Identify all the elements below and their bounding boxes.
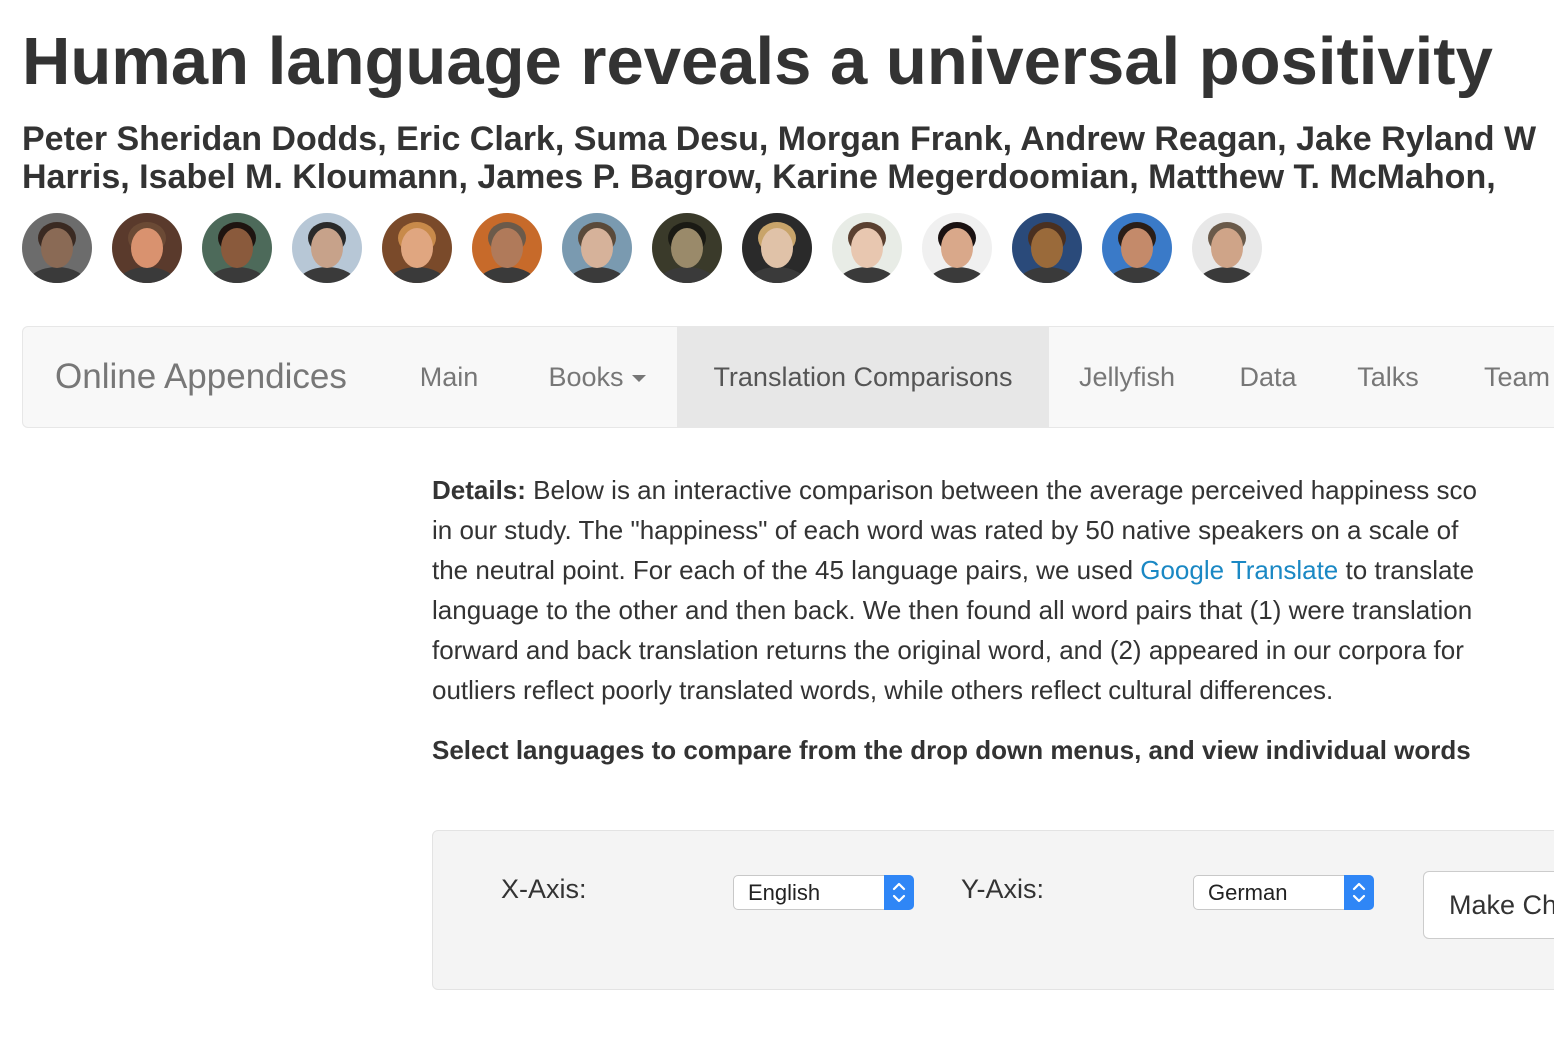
- avatar: [652, 213, 722, 283]
- details-label: Details:: [432, 475, 526, 505]
- x-axis-select[interactable]: English: [733, 875, 914, 910]
- details-line-5: forward and back translation returns the…: [432, 635, 1464, 665]
- avatar: [292, 213, 362, 283]
- author-list: Peter Sheridan Dodds, Eric Clark, Suma D…: [22, 120, 1536, 196]
- nav-team[interactable]: Team: [1467, 327, 1554, 427]
- x-axis-label: X-Axis:: [501, 874, 587, 904]
- y-axis-label: Y-Axis:: [961, 874, 1045, 904]
- nav-data[interactable]: Data: [1223, 327, 1313, 427]
- nav-main-label: Main: [419, 362, 479, 392]
- avatar: [112, 213, 182, 283]
- details-line-2: in our study. The "happiness" of each wo…: [432, 515, 1459, 545]
- nav-translation-comparisons[interactable]: Translation Comparisons: [677, 327, 1049, 427]
- avatar: [922, 213, 992, 283]
- language-controls: X-Axis: English Y-Axis: German Make Ch: [432, 830, 1554, 990]
- nav-books[interactable]: Books: [517, 327, 677, 427]
- main-content: Details: Below is an interactive compari…: [432, 470, 1554, 770]
- avatar: [202, 213, 272, 283]
- select-stepper-icon: [884, 875, 914, 910]
- nav-books-label: Books: [548, 362, 624, 392]
- navbar: Online Appendices Main Books Translation…: [22, 326, 1554, 428]
- avatar: [472, 213, 542, 283]
- avatar: [832, 213, 902, 283]
- avatar: [1102, 213, 1172, 283]
- details-line-1: Below is an interactive comparison betwe…: [525, 475, 1477, 505]
- nav-talks-label: Talks: [1357, 362, 1419, 392]
- nav-translation-comparisons-label: Translation Comparisons: [713, 362, 1013, 392]
- nav-data-label: Data: [1239, 362, 1297, 392]
- avatar: [22, 213, 92, 283]
- caret-down-icon: [631, 375, 646, 383]
- y-axis-select[interactable]: German: [1193, 875, 1374, 910]
- details-line-6: outliers reflect poorly translated words…: [432, 675, 1334, 705]
- select-instructions: Select languages to compare from the dro…: [432, 735, 1471, 765]
- page: Human language reveals a universal posit…: [0, 0, 1554, 1056]
- nav-jellyfish[interactable]: Jellyfish: [1055, 327, 1199, 427]
- nav-main[interactable]: Main: [397, 327, 501, 427]
- google-translate-link[interactable]: Google Translate: [1140, 555, 1338, 585]
- make-chart-button[interactable]: Make Ch: [1423, 871, 1554, 939]
- avatar: [382, 213, 452, 283]
- details-line-3a: the neutral point. For each of the 45 la…: [432, 555, 1141, 585]
- nav-jellyfish-label: Jellyfish: [1078, 362, 1176, 392]
- details-line-3b: to translate: [1338, 555, 1475, 585]
- nav-talks[interactable]: Talks: [1341, 327, 1435, 427]
- avatar: [562, 213, 632, 283]
- details-line-4: language to the other and then back. We …: [432, 595, 1473, 625]
- author-line-1: Peter Sheridan Dodds, Eric Clark, Suma D…: [22, 120, 1537, 158]
- avatar: [742, 213, 812, 283]
- author-line-2: Harris, Isabel M. Kloumann, James P. Bag…: [22, 158, 1496, 196]
- avatar: [1192, 213, 1262, 283]
- author-avatars: [22, 213, 1322, 285]
- avatar: [1012, 213, 1082, 283]
- navbar-brand[interactable]: Online Appendices: [55, 327, 347, 427]
- select-stepper-icon: [1344, 875, 1374, 910]
- x-axis-select-value: English: [748, 880, 821, 905]
- page-title: Human language reveals a universal posit…: [22, 24, 1493, 99]
- details-paragraph: Details: Below is an interactive compari…: [432, 470, 1554, 710]
- y-axis-select-value: German: [1208, 880, 1288, 905]
- nav-team-label: Team: [1483, 362, 1551, 392]
